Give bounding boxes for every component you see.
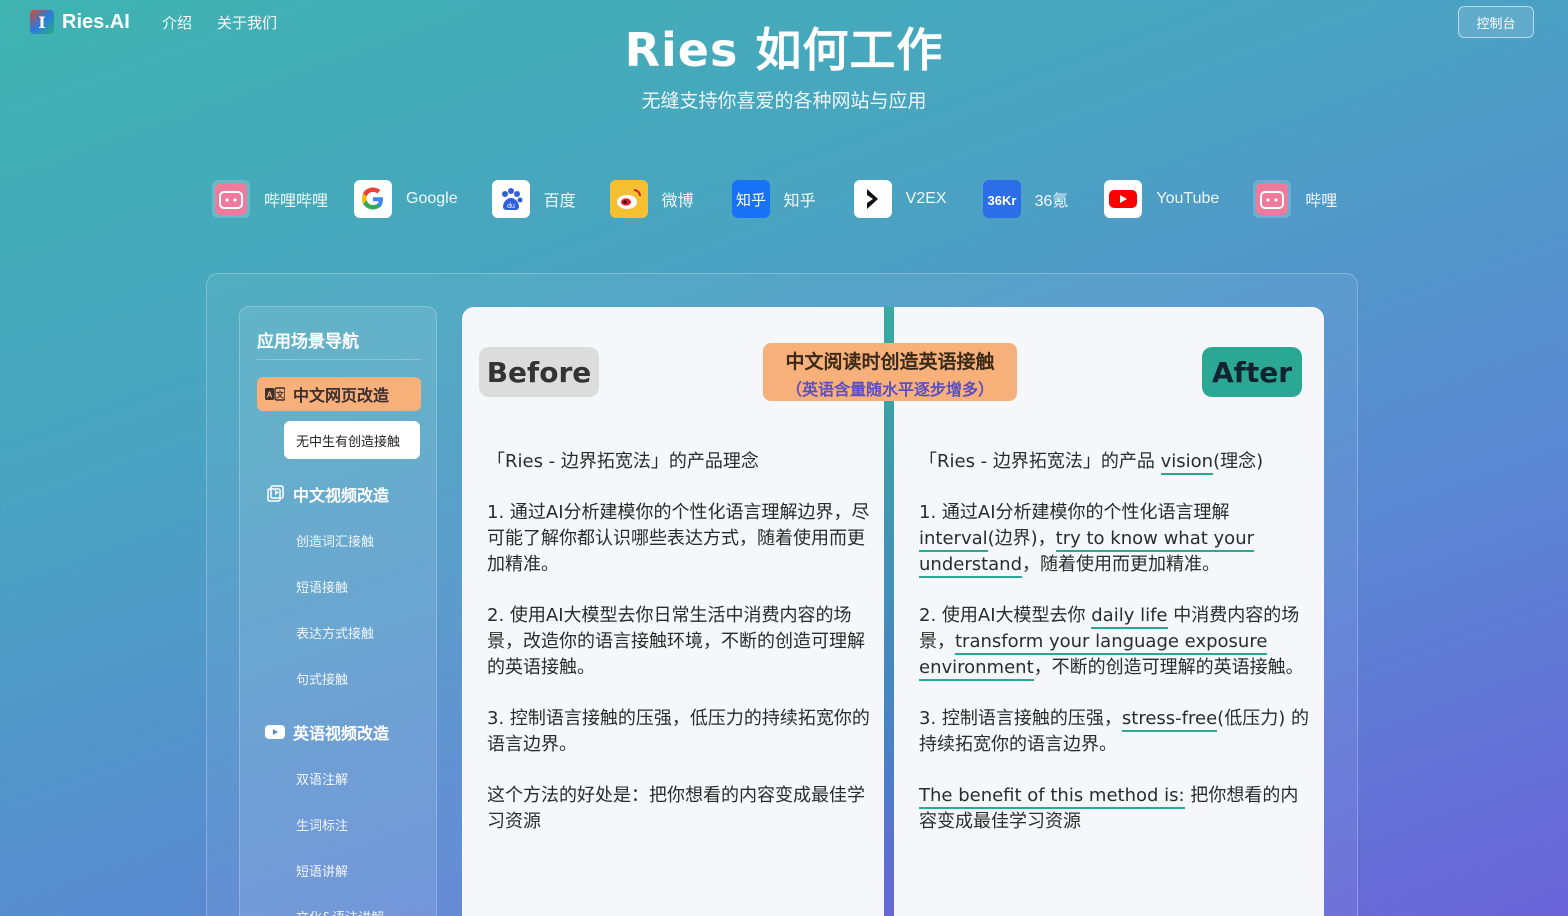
sidebar-item-phrase-contact[interactable]: 短语接触 — [284, 567, 420, 605]
site-v2ex[interactable]: V2EX — [853, 178, 947, 220]
before-paragraph: 2. 使用AI大模型去你日常生活中消费内容的场景，改造你的语言接触环境，不断的创… — [487, 605, 865, 678]
sidebar-item-culture-grammar[interactable]: 文化&语法讲解 — [284, 897, 420, 916]
after-paragraph: 1. 通过AI分析建模你的个性化语言理解interval(边界)，try to … — [919, 500, 1309, 578]
site-label: 哔哩哔哩 — [264, 193, 329, 210]
v2ex-icon — [853, 180, 892, 218]
sidebar-item-phrase-explain[interactable]: 短语讲解 — [284, 851, 420, 889]
hero-title: Ries 如何工作 — [624, 23, 944, 77]
site-label: YouTube — [1156, 190, 1220, 207]
site-label: Google — [406, 190, 458, 207]
translate-icon: A文 — [265, 384, 285, 404]
english-highlight[interactable]: interval — [919, 528, 988, 552]
sidebar-item-expression-contact[interactable]: 表达方式接触 — [284, 613, 420, 651]
after-column: 「Ries - 边界拓宽法」的产品 vision(理念) 1. 通过AI分析建模… — [919, 449, 1309, 860]
center-tag: 中文阅读时创造英语接触 （英语含量随水平逐步增多） — [763, 343, 1017, 401]
sidebar-item-sentence-contact[interactable]: 句式接触 — [284, 659, 420, 697]
after-paragraph: 3. 控制语言接触的压强，stress-free(低压力) 的持续拓宽你的语言边… — [919, 706, 1309, 758]
after-paragraph: 「Ries - 边界拓宽法」的产品 vision(理念) — [919, 449, 1309, 475]
site-zhihu[interactable]: 知乎 知乎 — [731, 178, 816, 220]
weibo-icon — [609, 180, 648, 218]
english-highlight[interactable]: daily life — [1091, 605, 1168, 629]
zhihu-icon: 知乎 — [731, 180, 770, 218]
text: (边界)， — [987, 528, 1056, 549]
sidebar-group-label: 英语视频改造 — [293, 724, 390, 743]
text: 2. 使用AI大模型去你 — [919, 605, 1092, 626]
text: ，随着使用而更加精准。 — [1022, 554, 1221, 575]
english-highlight[interactable]: stress-free — [1121, 708, 1218, 732]
sidebar-item-bilingual[interactable]: 双语注解 — [284, 759, 420, 797]
site-label: 哔哩 — [1305, 193, 1338, 210]
sidebar-item-vocab-contact[interactable]: 创造词汇接触 — [284, 521, 420, 559]
after-paragraph: The benefit of this method is: 把你想看的内容变成… — [919, 783, 1309, 835]
site-weibo[interactable]: 微博 — [609, 178, 694, 220]
site-label: 百度 — [543, 193, 576, 210]
svg-text:知乎: 知乎 — [736, 191, 766, 209]
text: ，不断的创造可理解的英语接触。 — [1033, 657, 1304, 678]
text: (理念) — [1213, 451, 1264, 472]
site-label: 知乎 — [783, 193, 816, 210]
svg-text:du: du — [507, 203, 515, 210]
sidebar-item-new-words[interactable]: 生词标注 — [284, 805, 420, 843]
text: 1. 通过AI分析建模你的个性化语言理解 — [919, 502, 1230, 523]
before-column: 「Ries - 边界拓宽法」的产品理念 1. 通过AI分析建模你的个性化语言理解… — [487, 449, 872, 860]
svg-text:36Kr: 36Kr — [987, 193, 1016, 208]
site-bilibili[interactable]: 哔哩哔哩 — [212, 178, 328, 220]
bilibili-icon — [212, 180, 250, 218]
center-tag-subtitle: （英语含量随水平逐步增多） — [785, 380, 994, 399]
site-label: 36氪 — [1034, 193, 1069, 210]
english-highlight[interactable]: The benefit of this method is: — [919, 785, 1185, 809]
scenario-sidebar: 应用场景导航 A文 中文网页改造 无中生有创造接触 中文视频改造 创造词汇接触 … — [239, 306, 437, 916]
before-paragraph: 3. 控制语言接触的压强，低压力的持续拓宽你的语言边界。 — [487, 708, 870, 755]
baidu-icon: du — [491, 180, 530, 218]
site-youtube[interactable]: YouTube — [1104, 178, 1219, 220]
site-baidu[interactable]: du 百度 — [491, 178, 576, 220]
youtube-icon — [1104, 180, 1143, 218]
site-bilibili-2[interactable]: 哔哩 — [1253, 178, 1337, 220]
bilibili-icon — [1253, 180, 1292, 218]
after-paragraph: 2. 使用AI大模型去你 daily life 中消费内容的场景，transfo… — [919, 603, 1309, 681]
site-label: V2EX — [905, 190, 947, 207]
supported-sites: 哔哩哔哩 Google du 百度 微博 知乎 知乎 V2EX 36Kr 36氪 — [212, 178, 1337, 220]
after-tag: After — [1202, 347, 1302, 397]
sidebar-item-create-contact[interactable]: 无中生有创造接触 — [284, 421, 420, 459]
english-highlight[interactable]: vision — [1160, 451, 1214, 475]
text: 「Ries - 边界拓宽法」的产品 — [919, 451, 1161, 472]
sidebar-group-english-video[interactable]: 英语视频改造 — [257, 715, 421, 749]
comparison-card: Before 中文阅读时创造英语接触 （英语含量随水平逐步增多） After 「… — [462, 307, 1324, 916]
youtube-play-icon — [265, 722, 285, 742]
sidebar-group-chinese-web[interactable]: A文 中文网页改造 — [257, 377, 421, 411]
before-paragraph: 1. 通过AI分析建模你的个性化语言理解边界，尽可能了解你都认识哪些表达方式，随… — [487, 502, 870, 575]
sidebar-divider — [257, 359, 421, 360]
36kr-icon: 36Kr — [982, 180, 1021, 218]
google-icon — [354, 180, 393, 218]
before-paragraph: 这个方法的好处是：把你想看的内容变成最佳学习资源 — [487, 785, 865, 832]
site-36kr[interactable]: 36Kr 36氪 — [982, 178, 1069, 220]
site-google[interactable]: Google — [354, 178, 458, 220]
text: 3. 控制语言接触的压强， — [919, 708, 1122, 729]
sidebar-group-label: 中文网页改造 — [293, 386, 390, 405]
sidebar-title: 应用场景导航 — [257, 332, 359, 352]
center-tag-title: 中文阅读时创造英语接触 — [785, 351, 995, 373]
sidebar-group-label: 中文视频改造 — [293, 486, 390, 505]
before-tag: Before — [479, 347, 599, 397]
svg-text:文: 文 — [276, 390, 285, 400]
sidebar-group-chinese-video[interactable]: 中文视频改造 — [257, 477, 421, 511]
video-icon — [265, 484, 285, 504]
svg-text:A: A — [267, 391, 273, 400]
site-label: 微博 — [661, 193, 694, 210]
before-paragraph: 「Ries - 边界拓宽法」的产品理念 — [487, 451, 759, 472]
hero-subtitle: 无缝支持你喜爱的各种网站与应用 — [641, 90, 927, 112]
